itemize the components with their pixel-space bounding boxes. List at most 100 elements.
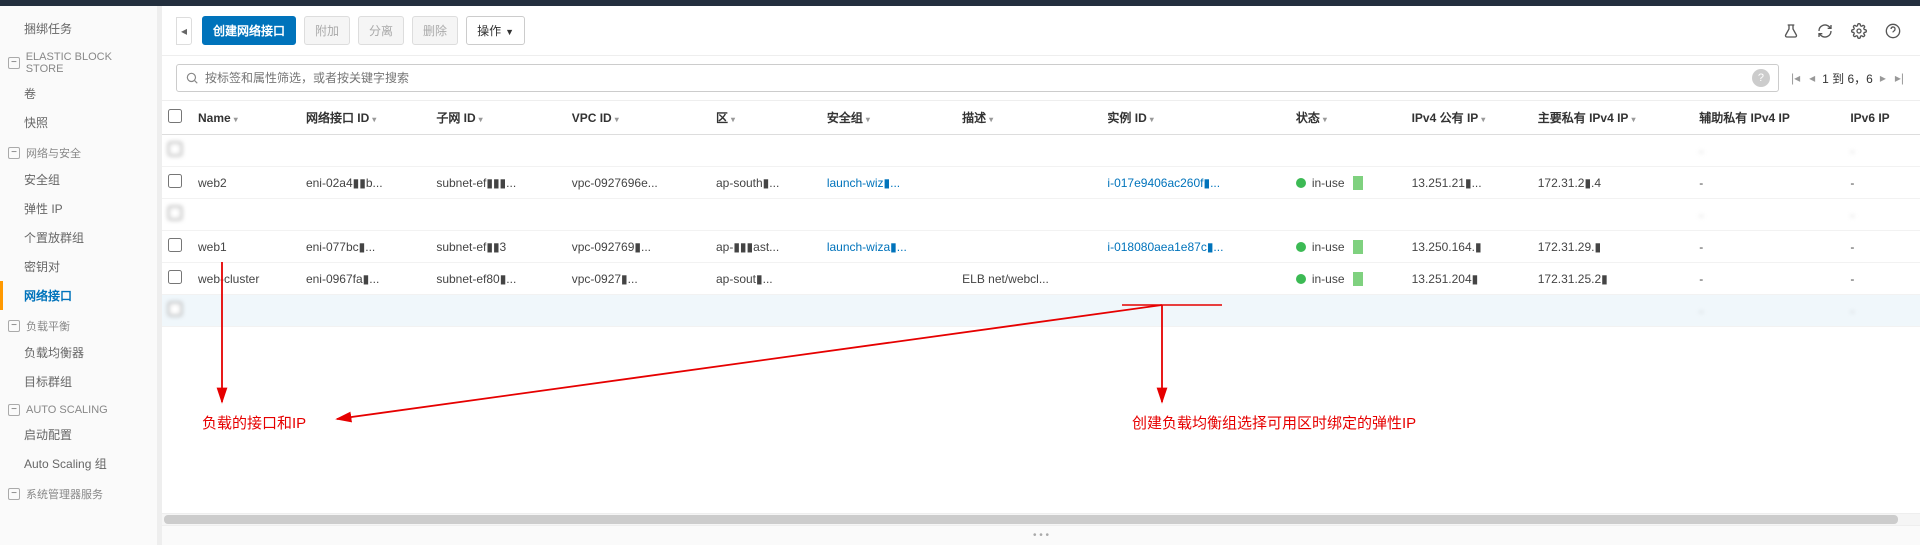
select-all-checkbox[interactable] [168,109,182,123]
pager-text: 1 到 6，6 [1822,70,1873,87]
cell: in-use [1290,231,1406,263]
cell [1101,199,1289,231]
row-checkbox[interactable] [168,206,182,220]
attach-button[interactable]: 附加 [304,16,350,45]
page-layout: 捆绑任务 − ELASTIC BLOCK STORE 卷 快照 − 网络与安全 … [0,6,1920,545]
sidebar-group-network-security[interactable]: − 网络与安全 [0,137,157,165]
cell [566,199,710,231]
col-ipv6[interactable]: IPv6 IP [1844,101,1920,135]
footer-resize-handle[interactable]: • • • [162,525,1920,545]
cell: in-use [1290,167,1406,199]
sidebar-item-placement-groups[interactable]: 个置放群组 [0,223,157,252]
search-box[interactable]: ? [176,64,1779,92]
cell: subnet-ef80▮... [430,263,565,295]
table-row[interactable]: web-clustereni-0967fa▮...subnet-ef80▮...… [162,263,1920,295]
instance-link[interactable]: i-018080aea1e87c▮... [1107,240,1223,254]
sidebar-group-systems-manager[interactable]: − 系统管理器服务 [0,478,157,506]
row-checkbox[interactable] [168,174,182,188]
sidebar-group-ebs[interactable]: − ELASTIC BLOCK STORE [0,43,157,79]
search-help-icon[interactable]: ? [1752,69,1770,87]
col-security-group[interactable]: 安全组▾ [821,101,956,135]
row-checkbox[interactable] [168,238,182,252]
action-bar: ◂ 创建网络接口 附加 分离 删除 操作▼ [162,6,1920,56]
instance-link[interactable]: i-017e9406ac260f▮... [1107,176,1220,190]
cell [1101,263,1289,295]
sg-link[interactable]: launch-wiza▮... [827,240,907,254]
cell: web1 [192,231,300,263]
pager-prev-icon[interactable]: ◂ [1807,69,1817,87]
cell [1101,295,1289,327]
sidebar-item-bundle-tasks[interactable]: 捆绑任务 [0,14,157,43]
cell [956,167,1101,199]
sidebar-group-load-balancing[interactable]: − 负载平衡 [0,310,157,338]
col-ipv4-private[interactable]: 主要私有 IPv4 IP▾ [1532,101,1693,135]
collapse-icon: − [8,320,20,332]
cell: ap-▮▮▮ast... [710,231,821,263]
cell [430,135,565,167]
sg-link[interactable]: launch-wiz▮... [827,176,900,190]
col-eni-id[interactable]: 网络接口 ID▾ [300,101,430,135]
cell [1406,295,1532,327]
col-description[interactable]: 描述▾ [956,101,1101,135]
pager-next-icon[interactable]: ▸ [1878,69,1888,87]
actions-dropdown[interactable]: 操作▼ [466,16,525,45]
horizontal-scrollbar[interactable] [162,513,1920,525]
col-subnet-id[interactable]: 子网 ID▾ [430,101,565,135]
sidebar-item-auto-scaling-groups[interactable]: Auto Scaling 组 [0,449,157,478]
table-row[interactable]: web1eni-077bc▮...subnet-ef▮▮3vpc-092769▮… [162,231,1920,263]
gear-icon[interactable] [1846,18,1872,44]
cell: 172.31.2▮.4 [1532,167,1693,199]
row-checkbox[interactable] [168,270,182,284]
pager-last-icon[interactable]: ▸| [1893,69,1906,87]
table-row[interactable]: -- [162,199,1920,231]
cell: i-017e9406ac260f▮... [1101,167,1289,199]
detach-button[interactable]: 分离 [358,16,404,45]
sidebar-item-snapshots[interactable]: 快照 [0,108,157,137]
cell [710,295,821,327]
col-zone[interactable]: 区▾ [710,101,821,135]
sidebar-collapse-button[interactable]: ◂ [176,17,192,45]
pager-first-icon[interactable]: |◂ [1789,69,1802,87]
table-row[interactable]: web2eni-02a4▮▮b...subnet-ef▮▮▮...vpc-092… [162,167,1920,199]
cell: 13.251.204▮ [1406,263,1532,295]
delete-button[interactable]: 删除 [412,16,458,45]
sidebar-item-load-balancers[interactable]: 负载均衡器 [0,338,157,367]
annotation-right-text: 创建负载均衡组选择可用区时绑定的弹性IP [1132,412,1416,433]
cell [956,199,1101,231]
cell: eni-0967fa▮... [300,263,430,295]
cell: 13.250.164.▮ [1406,231,1532,263]
col-ipv4-secondary[interactable]: 辅助私有 IPv4 IP [1693,101,1844,135]
sidebar-item-network-interfaces[interactable]: 网络接口 [0,281,157,310]
create-eni-button[interactable]: 创建网络接口 [202,16,296,45]
cell: launch-wiz▮... [821,167,956,199]
cell [1290,135,1406,167]
cell: ap-south▮... [710,167,821,199]
refresh-icon[interactable] [1812,18,1838,44]
cell: ELB net/webcl... [956,263,1101,295]
col-instance-id[interactable]: 实例 ID▾ [1101,101,1289,135]
cell [162,199,192,231]
search-input[interactable] [205,71,1748,85]
cell: web2 [192,167,300,199]
sidebar-item-launch-config[interactable]: 启动配置 [0,420,157,449]
status-bar-icon [1353,240,1363,254]
sidebar-item-elastic-ips[interactable]: 弹性 IP [0,194,157,223]
cell: 172.31.29.▮ [1532,231,1693,263]
row-checkbox[interactable] [168,302,182,316]
col-name[interactable]: Name▾ [192,101,300,135]
sidebar-item-target-groups[interactable]: 目标群组 [0,367,157,396]
table-row[interactable]: -- [162,135,1920,167]
sidebar-group-auto-scaling[interactable]: − AUTO SCALING [0,396,157,420]
help-icon[interactable] [1880,18,1906,44]
sidebar-item-security-groups[interactable]: 安全组 [0,165,157,194]
sidebar-item-volumes[interactable]: 卷 [0,79,157,108]
col-status[interactable]: 状态▾ [1290,101,1406,135]
cell: - [1844,199,1920,231]
col-vpc-id[interactable]: VPC ID▾ [566,101,710,135]
row-checkbox[interactable] [168,142,182,156]
cell [162,295,192,327]
sidebar-item-key-pairs[interactable]: 密钥对 [0,252,157,281]
experiment-icon[interactable] [1778,18,1804,44]
table-row[interactable]: -- [162,295,1920,327]
col-ipv4-public[interactable]: IPv4 公有 IP▾ [1406,101,1532,135]
